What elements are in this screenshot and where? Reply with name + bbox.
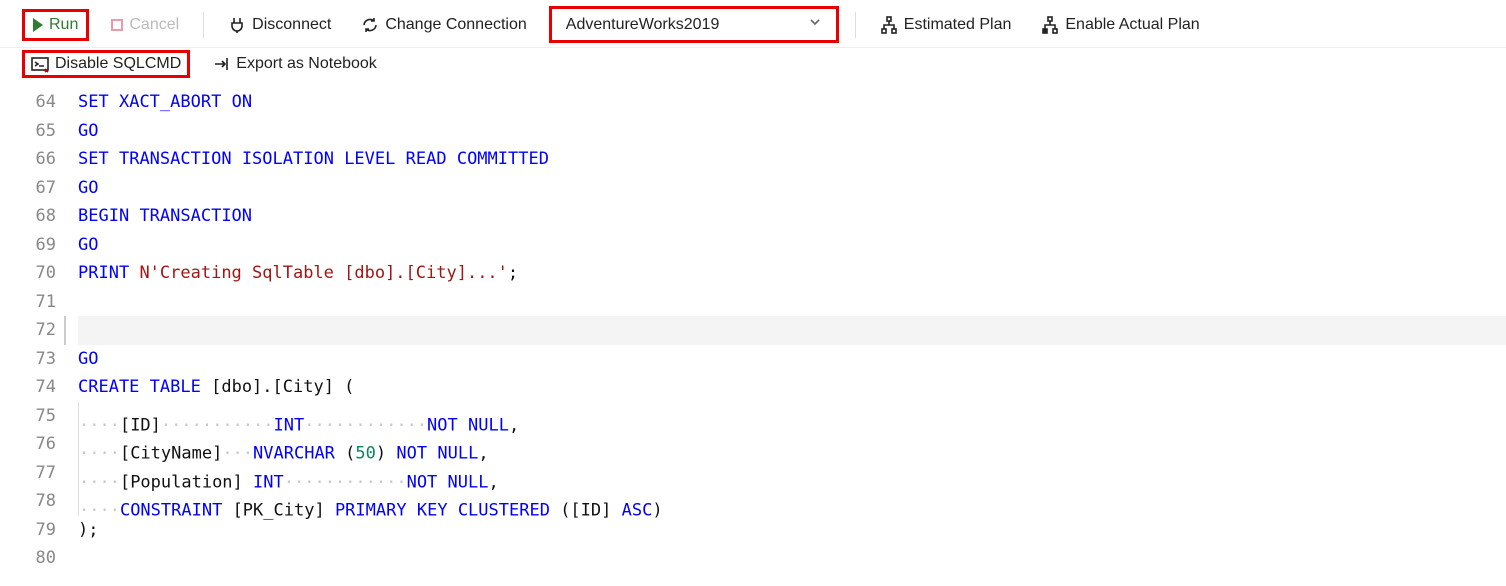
line-number: 73: [0, 345, 56, 374]
refresh-icon: [361, 16, 379, 34]
line-number: 74: [0, 373, 56, 402]
code-line[interactable]: GO: [78, 231, 1506, 260]
line-number: 65: [0, 117, 56, 146]
separator: [855, 12, 856, 38]
line-number: 67: [0, 174, 56, 203]
estimated-plan-button[interactable]: Estimated Plan: [872, 12, 1020, 38]
code-area[interactable]: SET XACT_ABORT ONGOSET TRANSACTION ISOLA…: [78, 88, 1506, 573]
toolbar-row-2: Disable SQLCMD Export as Notebook: [0, 48, 1506, 84]
line-number: 66: [0, 145, 56, 174]
code-line[interactable]: GO: [78, 345, 1506, 374]
line-number: 76: [0, 430, 56, 459]
code-line[interactable]: PRINT N'Creating SqlTable [dbo].[City]..…: [78, 259, 1506, 288]
line-number: 80: [0, 544, 56, 573]
code-line[interactable]: ····[CityName]···NVARCHAR (50) NOT NULL,: [78, 430, 1506, 459]
code-line[interactable]: ····[Population] INT············NOT NULL…: [78, 459, 1506, 488]
code-line[interactable]: ····CONSTRAINT [PK_City] PRIMARY KEY CLU…: [78, 487, 1506, 516]
code-line[interactable]: );: [78, 516, 1506, 545]
run-label: Run: [49, 16, 78, 34]
play-icon: [33, 18, 43, 32]
code-line[interactable]: GO: [78, 117, 1506, 146]
export-icon: [212, 55, 230, 73]
disable-sqlcmd-button[interactable]: Disable SQLCMD: [22, 50, 190, 78]
line-number: 72: [0, 316, 56, 345]
separator: [203, 12, 204, 38]
change-connection-label: Change Connection: [385, 16, 526, 34]
line-number: 64: [0, 88, 56, 117]
code-line[interactable]: [78, 544, 1506, 573]
code-line[interactable]: CREATE TABLE [dbo].[City] (: [78, 373, 1506, 402]
code-line[interactable]: GO: [78, 174, 1506, 203]
line-number: 78: [0, 487, 56, 516]
disconnect-button[interactable]: Disconnect: [220, 12, 339, 38]
line-number: 69: [0, 231, 56, 260]
run-button[interactable]: Run: [22, 9, 89, 41]
sitemap-filled-icon: [1041, 16, 1059, 34]
disconnect-label: Disconnect: [252, 16, 331, 34]
line-number: 71: [0, 288, 56, 317]
cancel-label: Cancel: [129, 16, 179, 34]
code-line[interactable]: ····[ID]···········INT············NOT NU…: [78, 402, 1506, 431]
export-notebook-button[interactable]: Export as Notebook: [204, 51, 385, 77]
line-number: 79: [0, 516, 56, 545]
stop-icon: [111, 19, 123, 31]
code-line[interactable]: [78, 316, 1506, 345]
database-selector[interactable]: AdventureWorks2019: [549, 6, 839, 43]
database-name: AdventureWorks2019: [566, 16, 720, 34]
code-line[interactable]: SET TRANSACTION ISOLATION LEVEL READ COM…: [78, 145, 1506, 174]
code-line[interactable]: BEGIN TRANSACTION: [78, 202, 1506, 231]
code-editor[interactable]: 6465666768697071727374757677787980 SET X…: [0, 84, 1506, 573]
chevron-down-icon: [808, 15, 822, 34]
disable-sqlcmd-label: Disable SQLCMD: [55, 55, 181, 73]
line-number: 68: [0, 202, 56, 231]
export-notebook-label: Export as Notebook: [236, 55, 377, 73]
enable-actual-plan-button[interactable]: Enable Actual Plan: [1033, 12, 1207, 38]
line-number: 75: [0, 402, 56, 431]
line-number: 77: [0, 459, 56, 488]
toolbar: Run Cancel Disconnect Change Connection …: [0, 0, 1506, 48]
line-number: 70: [0, 259, 56, 288]
sqlcmd-icon: [31, 55, 49, 73]
code-line[interactable]: [78, 288, 1506, 317]
change-connection-button[interactable]: Change Connection: [353, 12, 534, 38]
code-line[interactable]: SET XACT_ABORT ON: [78, 88, 1506, 117]
sitemap-icon: [880, 16, 898, 34]
enable-actual-plan-label: Enable Actual Plan: [1065, 16, 1199, 34]
estimated-plan-label: Estimated Plan: [904, 16, 1012, 34]
unplug-icon: [228, 16, 246, 34]
cancel-button: Cancel: [103, 12, 187, 38]
line-number-gutter: 6465666768697071727374757677787980: [0, 88, 78, 573]
